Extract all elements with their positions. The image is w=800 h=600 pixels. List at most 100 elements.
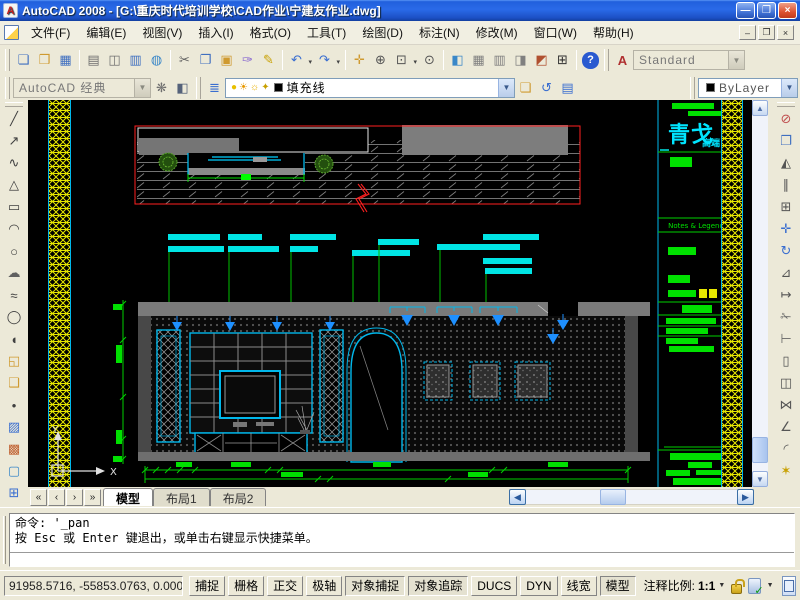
style-combo[interactable]: Standard ▼ <box>633 50 745 70</box>
array-button[interactable]: ⊞ <box>774 196 798 218</box>
rectangle-button[interactable]: ▭ <box>2 196 26 218</box>
polyline-button[interactable]: ∿ <box>2 152 26 174</box>
construction-line-button[interactable]: ↗ <box>2 130 26 152</box>
mdi-restore-button[interactable]: ❐ <box>758 25 775 40</box>
toolbar-grip[interactable] <box>5 102 23 107</box>
chevron-down-icon[interactable]: ▼ <box>134 79 150 97</box>
undo-button[interactable]: ↶ <box>286 50 307 71</box>
toolbar-grip[interactable] <box>604 49 609 71</box>
toggle-dyn[interactable]: DYN <box>520 576 557 596</box>
scroll-right-icon[interactable]: ▶ <box>737 489 754 505</box>
layer-combo[interactable]: ●☀☼✦ 填充线 ▼ <box>225 78 515 98</box>
tab-prev-button[interactable]: ‹ <box>48 489 65 506</box>
toggle-osnap[interactable]: 对象捕捉 <box>345 576 405 596</box>
layer-states-button[interactable]: ▤ <box>557 77 578 98</box>
my-workspace-icon[interactable]: ◧ <box>172 77 193 98</box>
close-button[interactable]: × <box>778 2 797 19</box>
chevron-down-icon[interactable]: ▼ <box>498 79 514 97</box>
properties-button[interactable]: ◧ <box>447 50 468 71</box>
toolbar-grip[interactable] <box>196 77 201 99</box>
annotation-autoscale-icon[interactable] <box>748 578 761 594</box>
fillet-button[interactable]: ◜ <box>774 438 798 460</box>
menu-insert[interactable]: 插入(I) <box>190 21 241 44</box>
help-button[interactable]: ? <box>582 52 599 69</box>
workspace-combo[interactable]: AutoCAD 经典 ▼ <box>13 78 151 98</box>
copy-button[interactable]: ❐ <box>195 50 216 71</box>
restore-button[interactable]: ❐ <box>757 2 776 19</box>
tab-layout1[interactable]: 布局1 <box>153 488 210 506</box>
block-editor-button[interactable]: ✎ <box>258 50 279 71</box>
menu-draw[interactable]: 绘图(D) <box>354 21 411 44</box>
text-style-icon[interactable]: A <box>612 50 633 71</box>
toggle-ortho[interactable]: 正交 <box>267 576 303 596</box>
open-file-button[interactable]: ❒ <box>34 50 55 71</box>
spline-button[interactable]: ≈ <box>2 284 26 306</box>
quickcalc-button[interactable]: ⊞ <box>552 50 573 71</box>
make-block-button[interactable]: ❑ <box>2 372 26 394</box>
cut-button[interactable]: ✂ <box>174 50 195 71</box>
clean-screen-button[interactable] <box>782 576 796 596</box>
trim-button[interactable]: ✁ <box>774 306 798 328</box>
layer-properties-manager-button[interactable]: ≣ <box>204 77 225 98</box>
point-button[interactable]: • <box>2 394 26 416</box>
chevron-down-icon[interactable]: ▼ <box>781 79 797 97</box>
revision-cloud-button[interactable]: ☁ <box>2 262 26 284</box>
menu-edit[interactable]: 编辑(E) <box>78 21 134 44</box>
tray-menu-icon[interactable]: ▼ <box>767 582 774 589</box>
save-file-button[interactable]: ▦ <box>55 50 76 71</box>
tab-next-button[interactable]: › <box>66 489 83 506</box>
panel-grip[interactable] <box>3 516 6 564</box>
annotation-sc ale-value[interactable]: 1:1 <box>698 579 715 593</box>
polygon-button[interactable]: △ <box>2 174 26 196</box>
plot-preview-button[interactable]: ◫ <box>104 50 125 71</box>
zoom-previous-button[interactable]: ⊙ <box>419 50 440 71</box>
tool-palettes-button[interactable]: ▥ <box>489 50 510 71</box>
join-button[interactable]: ⋈ <box>774 394 798 416</box>
make-object-layer-current-button[interactable]: ❏ <box>515 77 536 98</box>
horizontal-scroll-track[interactable] <box>509 489 754 505</box>
hatch-button[interactable]: ▨ <box>2 416 26 438</box>
command-input[interactable] <box>10 553 794 567</box>
ellipse-arc-button[interactable]: ◖ <box>2 328 26 350</box>
menu-window[interactable]: 窗口(W) <box>526 21 585 44</box>
command-window[interactable]: 命令: '_pan 按 Esc 或 Enter 键退出，或单击右键显示快捷菜单。 <box>9 513 795 567</box>
region-button[interactable]: ▢ <box>2 460 26 482</box>
web-publish-button[interactable]: ◍ <box>146 50 167 71</box>
move-button[interactable]: ✛ <box>774 218 798 240</box>
vertical-scroll-thumb[interactable] <box>752 437 768 463</box>
tab-layout2[interactable]: 布局2 <box>210 488 267 506</box>
toggle-polar[interactable]: 极轴 <box>306 576 342 596</box>
drawing-canvas[interactable]: 青戈 高端 Notes & Legend <box>28 100 752 487</box>
menu-modify[interactable]: 修改(M) <box>468 21 526 44</box>
menu-dimension[interactable]: 标注(N) <box>411 21 468 44</box>
scroll-left-icon[interactable]: ◀ <box>509 489 526 505</box>
tab-last-button[interactable]: » <box>84 489 101 506</box>
title-bar[interactable]: A AutoCAD 2008 - [G:\重庆时代培训学校\CAD作业\宁建友作… <box>0 0 800 21</box>
paste-button[interactable]: ▣ <box>216 50 237 71</box>
break-button[interactable]: ◫ <box>774 372 798 394</box>
circle-button[interactable]: ○ <box>2 240 26 262</box>
tab-first-button[interactable]: « <box>30 489 47 506</box>
mdi-close-button[interactable]: × <box>777 25 794 40</box>
zoom-window-button[interactable]: ⊡ <box>391 50 412 71</box>
annotation-lock-icon[interactable] <box>731 584 742 594</box>
chevron-down-icon[interactable]: ▼ <box>718 582 725 589</box>
publish-button[interactable]: ▥ <box>125 50 146 71</box>
pan-button[interactable]: ✛ <box>349 50 370 71</box>
minimize-button[interactable]: — <box>736 2 755 19</box>
toolbar-grip[interactable] <box>777 102 795 107</box>
menu-file[interactable]: 文件(F) <box>23 21 78 44</box>
stretch-button[interactable]: ↦ <box>774 284 798 306</box>
break-at-point-button[interactable]: ▯ <box>774 350 798 372</box>
extend-button[interactable]: ⊢ <box>774 328 798 350</box>
redo-button[interactable]: ↷ <box>314 50 335 71</box>
toolbar-grip[interactable] <box>5 49 10 71</box>
horizontal-scroll-thumb[interactable] <box>600 489 626 505</box>
layer-previous-button[interactable]: ↺ <box>536 77 557 98</box>
sheet-set-manager-button[interactable]: ◨ <box>510 50 531 71</box>
zoom-realtime-button[interactable]: ⊕ <box>370 50 391 71</box>
toggle-model[interactable]: 模型 <box>600 576 636 596</box>
vertical-scrollbar[interactable]: ▲ ▼ <box>752 100 768 487</box>
menu-tools[interactable]: 工具(T) <box>299 21 354 44</box>
toolbar-grip[interactable] <box>5 77 10 99</box>
